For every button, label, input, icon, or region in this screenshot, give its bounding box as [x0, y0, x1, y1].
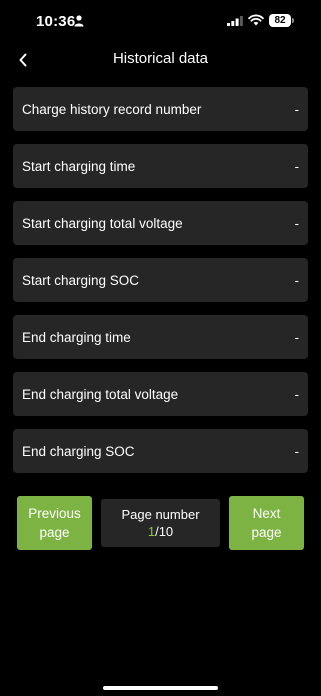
record-row-end-charging-soc: End charging SOC - [13, 429, 308, 473]
record-list: Charge history record number - Start cha… [13, 87, 308, 486]
next-page-button[interactable]: Next page [229, 496, 304, 550]
previous-button-label-line1: Previous [28, 506, 81, 521]
total-pages: /10 [155, 524, 174, 539]
record-row-start-charging-total-voltage: Start charging total voltage - [13, 201, 308, 245]
record-label: End charging total voltage [22, 386, 179, 402]
record-row-start-charging-time: Start charging time - [13, 144, 308, 188]
record-value: - [294, 329, 299, 345]
record-value: - [294, 386, 299, 402]
record-value: - [294, 443, 299, 459]
signal-icon [227, 16, 243, 26]
status-bar: 10:36 82 [0, 0, 321, 44]
home-indicator[interactable] [103, 686, 218, 690]
record-value: - [294, 158, 299, 174]
record-value: - [294, 272, 299, 288]
page-title: Historical data [112, 50, 209, 67]
next-button-label-line2: page [251, 525, 282, 540]
record-row-start-charging-soc: Start charging SOC - [13, 258, 308, 302]
battery-tip [292, 18, 294, 23]
previous-page-button[interactable]: Previous page [17, 496, 92, 550]
record-row-end-charging-total-voltage: End charging total voltage - [13, 372, 308, 416]
battery-icon: 82 [269, 14, 291, 27]
battery-level: 82 [274, 15, 286, 26]
page-count: 1/10 [101, 523, 220, 540]
record-label: Start charging SOC [22, 272, 140, 288]
record-row-charge-history-record-number: Charge history record number - [13, 87, 308, 131]
record-label: End charging time [22, 329, 131, 345]
record-label: Start charging time [22, 158, 136, 174]
record-value: - [294, 215, 299, 231]
record-label: Start charging total voltage [22, 215, 183, 231]
record-label: Charge history record number [22, 101, 202, 117]
page-indicator: Page number 1/10 [101, 499, 220, 547]
previous-button-label-line2: page [39, 525, 70, 540]
wifi-icon [248, 14, 264, 26]
record-row-end-charging-time: End charging time - [13, 315, 308, 359]
page-number-label: Page number [121, 507, 200, 522]
next-button-label-line1: Next [252, 506, 281, 521]
current-page: 1 [147, 524, 156, 539]
record-label: End charging SOC [22, 443, 135, 459]
record-value: - [294, 101, 299, 117]
person-icon [74, 15, 84, 27]
status-time: 10:36 [36, 13, 76, 30]
